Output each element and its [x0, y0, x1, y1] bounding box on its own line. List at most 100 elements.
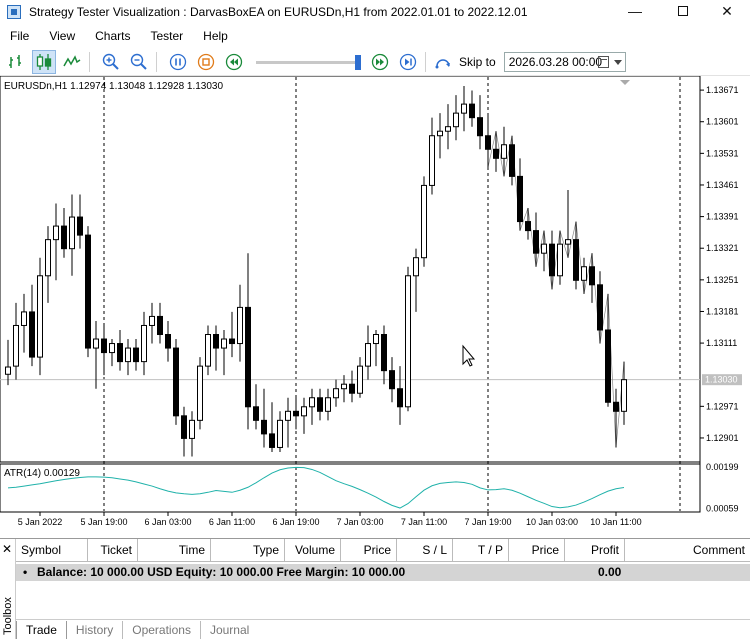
price-tick-label: 1.13531 — [706, 148, 739, 158]
tab-operations[interactable]: Operations — [123, 621, 201, 639]
pause-button[interactable] — [166, 50, 190, 74]
menu-help[interactable]: Help — [193, 25, 238, 47]
skip-to-icon — [435, 58, 450, 68]
col-current-price[interactable]: Price — [509, 539, 565, 562]
price-tick-label: 1.12971 — [706, 401, 739, 411]
col-sl[interactable]: S / L — [397, 539, 453, 562]
toolbar-separator — [425, 51, 426, 72]
fast-forward-icon — [371, 53, 389, 70]
candle-body — [189, 419, 195, 439]
step-forward-button[interactable] — [396, 50, 420, 74]
candlestick-chart-button[interactable] — [32, 49, 56, 74]
slow-down-button[interactable] — [222, 50, 246, 74]
skip-date-picker[interactable]: 2026.03.28 00:00 — [503, 51, 626, 72]
tab-trade[interactable]: Trade — [16, 621, 67, 639]
candle-body — [221, 338, 227, 349]
candle-body — [77, 216, 83, 236]
col-comment[interactable]: Comment — [625, 539, 750, 562]
menu-view[interactable]: View — [39, 25, 85, 47]
candle-body — [597, 284, 603, 331]
calendar-icon[interactable] — [597, 55, 609, 68]
candle-body — [269, 433, 275, 448]
chart-area[interactable]: 1.13671 1.13601 1.13531 1.13461 1.13391 1.133… — [0, 75, 750, 532]
speed-slider[interactable] — [256, 50, 364, 74]
indicator-axis: 0.00199 0.00059 — [706, 462, 739, 514]
toolbox-label: Toolbox — [2, 597, 14, 635]
col-price[interactable]: Price — [341, 539, 397, 562]
candle-body — [341, 383, 347, 390]
rewind-icon — [225, 53, 243, 70]
candle-body — [549, 243, 555, 277]
candle-body — [621, 379, 627, 412]
price-tick-label: 1.12901 — [706, 433, 739, 443]
candle-body — [277, 419, 283, 448]
candle-body — [13, 324, 19, 367]
menu-tester[interactable]: Tester — [140, 25, 193, 47]
col-symbol[interactable]: Symbol — [16, 539, 88, 562]
skip-to-button[interactable] — [431, 50, 455, 74]
bullet-icon: • — [23, 565, 28, 579]
candle-body — [517, 175, 523, 223]
tab-history[interactable]: History — [67, 621, 124, 639]
candle-body — [533, 230, 539, 254]
candle-body — [149, 315, 155, 326]
menu-file[interactable]: File — [0, 25, 39, 47]
skip-date-value: 2026.03.28 00:00 — [508, 54, 603, 69]
candle-body — [429, 135, 435, 186]
price-tick-label: 1.13111 — [706, 338, 737, 348]
zoom-in-icon — [102, 53, 119, 70]
candle-body — [157, 315, 163, 336]
menu-charts[interactable]: Charts — [85, 25, 140, 47]
close-button[interactable]: ✕ — [704, 0, 750, 22]
candle-body — [365, 343, 371, 367]
candle-body — [357, 365, 363, 394]
candle-body — [109, 343, 115, 354]
speed-slider-thumb[interactable] — [355, 54, 361, 70]
col-tp[interactable]: T / P — [453, 539, 509, 562]
candle-body — [205, 334, 211, 367]
time-tick-label: 6 Jan 03:00 — [144, 517, 191, 527]
candle-body — [133, 347, 139, 363]
total-profit: 0.00 — [598, 565, 622, 579]
indicator-label: ATR(14) 0.00129 — [4, 468, 80, 479]
price-tick-label: 1.13251 — [706, 275, 739, 285]
trade-table-header: Symbol Ticket Time Type Volume Price S /… — [16, 539, 750, 562]
maximize-button[interactable] — [660, 0, 706, 22]
col-time[interactable]: Time — [138, 539, 211, 562]
zoom-in-button[interactable] — [99, 50, 123, 74]
chevron-down-icon[interactable] — [613, 59, 622, 65]
chart-frame — [0, 75, 701, 513]
time-tick-label: 6 Jan 11:00 — [209, 517, 255, 527]
candle-body — [141, 324, 147, 363]
bar-chart-button[interactable] — [4, 50, 28, 74]
minimize-button[interactable]: — — [612, 0, 658, 22]
candle-body — [325, 397, 331, 412]
candle-body — [565, 239, 571, 245]
candle-body — [501, 144, 507, 159]
candle-body — [589, 266, 595, 286]
candle-body — [317, 397, 323, 412]
col-profit[interactable]: Profit — [565, 539, 625, 562]
col-ticket[interactable]: Ticket — [88, 539, 138, 562]
candle-body — [229, 338, 235, 345]
candle-body — [525, 221, 531, 232]
zoom-out-icon — [130, 53, 147, 70]
col-type[interactable]: Type — [211, 539, 285, 562]
toolbar-separator — [89, 51, 90, 72]
close-icon[interactable]: ✕ — [2, 542, 12, 556]
candle-body — [53, 225, 59, 241]
candle-body — [333, 388, 339, 399]
balance-row[interactable]: • Balance: 10 000.00 USD Equity: 10 000.… — [16, 564, 750, 581]
skip-to-label: Skip to — [459, 54, 496, 69]
tab-journal[interactable]: Journal — [201, 621, 258, 639]
candle-body — [485, 135, 491, 150]
candle-body — [437, 130, 443, 137]
line-chart-button[interactable] — [60, 50, 84, 74]
candle-body — [381, 334, 387, 372]
candle-body — [349, 383, 355, 394]
stop-button[interactable] — [194, 50, 218, 74]
chart-svg[interactable]: 1.13671 1.13601 1.13531 1.13461 1.13391 1.133… — [0, 75, 750, 532]
zoom-out-button[interactable] — [127, 50, 151, 74]
speed-up-button[interactable] — [368, 50, 392, 74]
col-volume[interactable]: Volume — [285, 539, 341, 562]
